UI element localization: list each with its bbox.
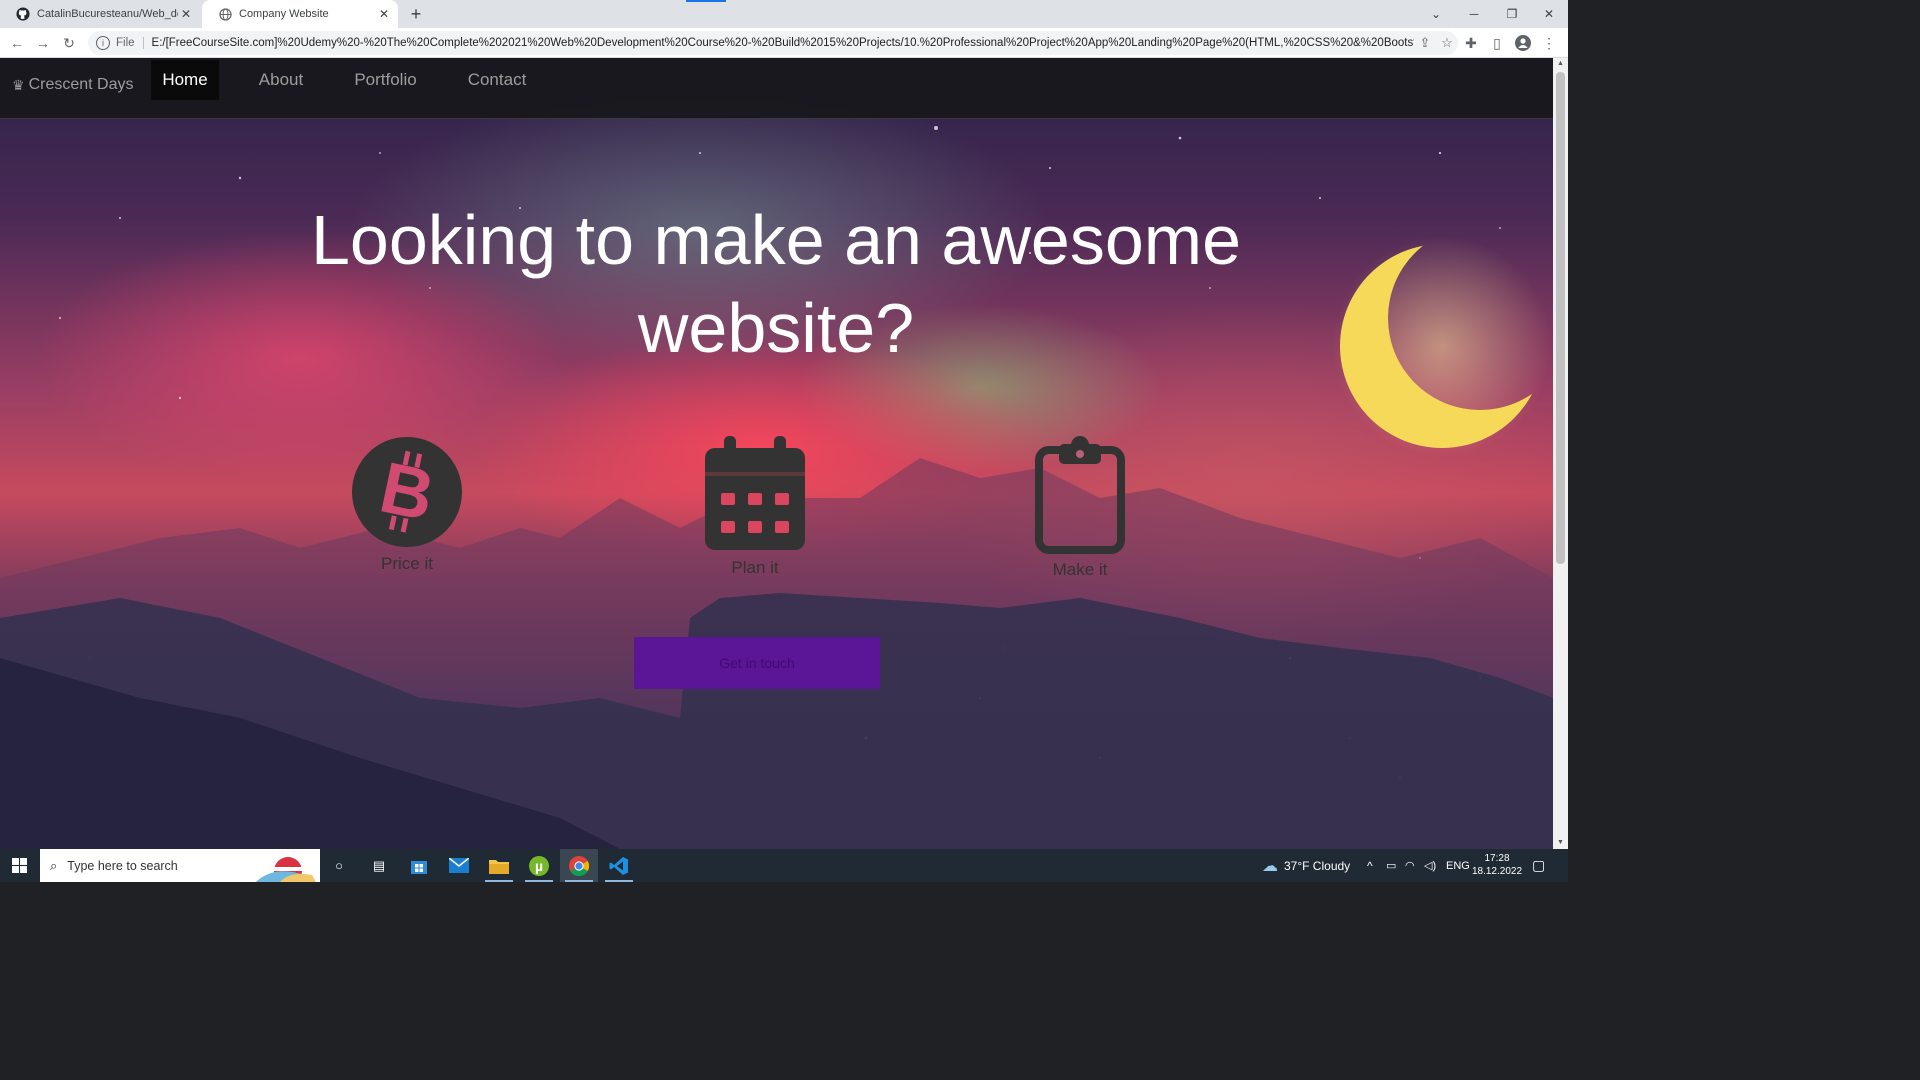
wifi-icon[interactable]: ◠ (1405, 849, 1415, 882)
task-view-icon[interactable]: ▤ (360, 849, 398, 882)
new-tab-button[interactable]: + (406, 4, 426, 24)
forward-icon[interactable]: → (32, 32, 54, 54)
windows-taskbar: ⌕ Type here to search ○ ▤ µ ☁ 37°F Cloud… (0, 849, 1568, 882)
feature-plan: Plan it (655, 436, 855, 578)
url-text[interactable]: E:/[FreeCourseSite.com]%20Udemy%20-%20Th… (152, 37, 1414, 49)
scrollbar-thumb[interactable] (1556, 72, 1565, 564)
nav-contact[interactable]: Contact (456, 60, 538, 100)
get-in-touch-button[interactable]: Get in touch (634, 637, 880, 689)
clipboard-icon (1035, 436, 1125, 554)
tab-title: CatalinBucuresteanu/Web_develo (37, 8, 178, 20)
reload-icon[interactable]: ↻ (58, 32, 80, 54)
profile-icon[interactable] (1512, 32, 1534, 54)
windows-start-icon[interactable] (0, 849, 38, 882)
cortana-icon[interactable]: ○ (320, 849, 358, 882)
volume-icon[interactable]: ◁) (1424, 849, 1436, 882)
hero-headline: Looking to make an awesome website? (311, 201, 1241, 367)
close-window-button[interactable]: ✕ (1530, 0, 1568, 28)
menu-icon[interactable]: ⋮ (1538, 32, 1560, 54)
nav-about[interactable]: About (246, 60, 316, 100)
address-bar[interactable]: i File E:/[FreeCourseSite.com]%20Udemy%2… (88, 31, 1458, 55)
site-brand[interactable]: ♛ Crescent Days (12, 70, 133, 100)
site-navbar: ♛ Crescent Days Home About Portfolio Con… (0, 58, 1553, 119)
side-panel-icon[interactable]: ▯ (1486, 32, 1508, 54)
weather-widget[interactable]: ☁ 37°F Cloudy (1262, 849, 1350, 882)
browser-tab-strip: CatalinBucuresteanu/Web_develo ✕ Company… (0, 0, 1568, 28)
vscode-icon[interactable] (600, 849, 638, 882)
cloud-icon: ☁ (1262, 857, 1278, 875)
back-icon[interactable]: ← (6, 32, 28, 54)
feature-make: Make it (980, 436, 1180, 580)
chrome-icon[interactable] (560, 849, 598, 882)
close-tab-icon[interactable]: ✕ (376, 6, 392, 22)
calendar-icon (705, 436, 805, 550)
extensions-icon[interactable]: ✚ (1460, 32, 1482, 54)
search-highlight-illustration (256, 857, 316, 882)
nav-home[interactable]: Home (151, 60, 219, 100)
notifications-icon[interactable]: ▢ (1532, 849, 1545, 882)
clock-date: 18.12.2022 (1471, 866, 1523, 877)
info-icon[interactable]: i (96, 36, 110, 50)
scheme-label: File (116, 37, 144, 49)
brand-name: Crescent Days (28, 76, 134, 93)
tab-search-icon[interactable]: ⌄ (1417, 0, 1455, 28)
crescent-moon-icon (1332, 236, 1552, 453)
nav-portfolio[interactable]: Portfolio (343, 60, 428, 100)
meet-now-icon[interactable]: ▭ (1386, 849, 1396, 882)
svg-text:µ: µ (535, 858, 543, 874)
crown-icon: ♛ (12, 76, 25, 93)
minimize-button[interactable]: ─ (1455, 0, 1493, 28)
browser-tab-company-website[interactable]: Company Website ✕ (202, 0, 398, 28)
feature-label: Price it (381, 554, 433, 573)
tab-title: Company Website (239, 8, 329, 20)
feature-price: B Price it (307, 436, 507, 574)
star-icon[interactable]: ☆ (1436, 35, 1458, 51)
page-scrollbar[interactable]: ▲ ▼ (1553, 58, 1568, 849)
bitcoin-icon: B (352, 437, 462, 547)
feature-label: Make it (1052, 560, 1108, 579)
browser-tab-github[interactable]: CatalinBucuresteanu/Web_develo ✕ (0, 0, 200, 28)
loading-indicator (686, 0, 726, 2)
restore-button[interactable]: ❐ (1493, 0, 1531, 28)
weather-text: 37°F Cloudy (1284, 858, 1351, 873)
mail-icon[interactable] (440, 849, 478, 882)
feature-label: Plan it (731, 558, 779, 577)
search-placeholder: Type here to search (67, 858, 178, 873)
utorrent-icon[interactable]: µ (520, 849, 558, 882)
globe-icon (218, 7, 232, 21)
scroll-up-icon[interactable]: ▲ (1553, 58, 1568, 70)
close-tab-icon[interactable]: ✕ (178, 6, 194, 22)
search-icon: ⌕ (50, 857, 58, 873)
file-explorer-icon[interactable] (480, 849, 518, 882)
taskbar-clock[interactable]: 17:28 18.12.2022 (1468, 852, 1526, 878)
github-icon (16, 7, 30, 21)
landing-page: ♛ Crescent Days Home About Portfolio Con… (0, 58, 1553, 849)
show-hidden-icons[interactable]: ^ (1367, 849, 1373, 882)
microsoft-store-icon[interactable] (400, 849, 438, 882)
clock-time: 17:28 (1484, 853, 1510, 864)
scroll-down-icon[interactable]: ▼ (1553, 837, 1568, 849)
share-icon[interactable]: ⇪ (1414, 35, 1436, 51)
browser-toolbar: ← → ↻ i File E:/[FreeCourseSite.com]%20U… (0, 28, 1568, 58)
language-indicator[interactable]: ENG (1446, 849, 1470, 882)
taskbar-search-box[interactable]: ⌕ Type here to search (40, 849, 320, 882)
